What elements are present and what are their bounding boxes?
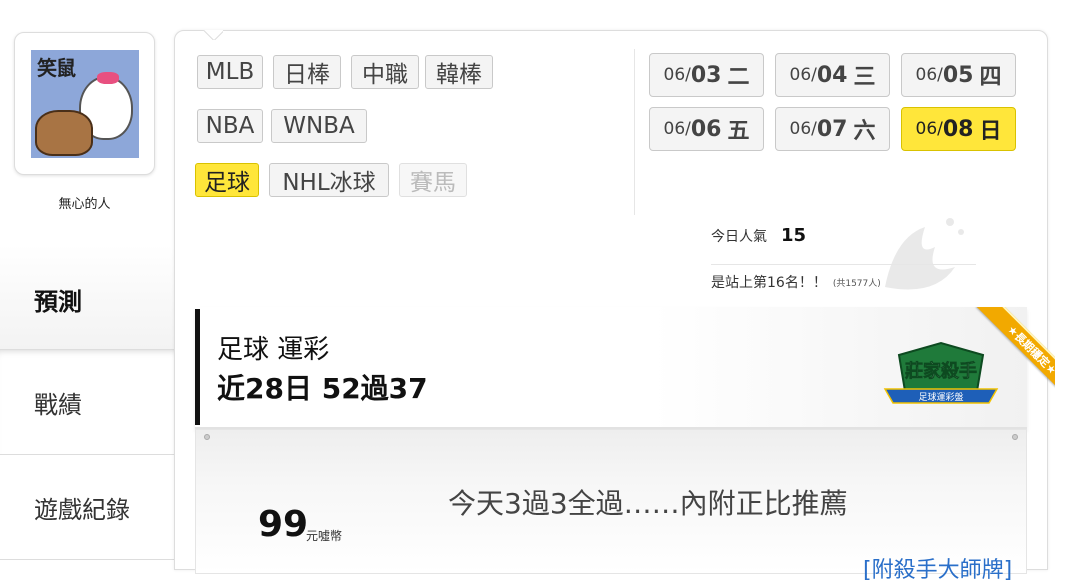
- date-weekday: 四: [979, 65, 1002, 90]
- date-month: 06/: [789, 119, 817, 139]
- side-item-predict[interactable]: 預測: [0, 244, 174, 350]
- date-day: 03: [690, 62, 722, 88]
- league-cpbl[interactable]: 中職: [351, 55, 419, 89]
- date-0605[interactable]: 06/05 四: [901, 53, 1016, 97]
- date-month: 06/: [663, 119, 691, 139]
- side-item-game-log[interactable]: 遊戲紀錄: [0, 455, 174, 560]
- rank-total: (共1577人): [832, 278, 881, 289]
- league-wnba[interactable]: WNBA: [271, 109, 367, 143]
- date-0606[interactable]: 06/06 五: [649, 107, 764, 151]
- bow-decoration: [97, 72, 119, 84]
- date-0608[interactable]: 06/08 日: [901, 107, 1016, 151]
- date-weekday: 二: [727, 65, 750, 90]
- popularity-divider: [711, 264, 976, 265]
- divider: [634, 49, 635, 215]
- avatar-card[interactable]: 笑鼠: [14, 32, 155, 175]
- date-0603[interactable]: 06/03 二: [649, 53, 764, 97]
- league-npb[interactable]: 日棒: [273, 55, 341, 89]
- date-day: 04: [816, 62, 848, 88]
- post-price-unit: 元噓幣: [306, 529, 343, 543]
- post-card[interactable]: 99 元噓幣 今天3過3全過……內附正比推薦 [附殺手大師牌]: [195, 429, 1027, 583]
- post-link[interactable]: [附殺手大師牌]: [863, 552, 1012, 584]
- popularity-row: 今日人氣 15: [711, 225, 806, 246]
- rivet-icon: [1012, 434, 1018, 440]
- date-day: 06: [690, 116, 722, 142]
- league-soccer[interactable]: 足球: [195, 163, 259, 197]
- league-mlb[interactable]: MLB: [197, 55, 263, 89]
- rank-text: 是站上第16名！！: [711, 275, 827, 291]
- date-0607[interactable]: 06/07 六: [775, 107, 890, 151]
- date-weekday: 三: [853, 65, 876, 90]
- bear-figure: [35, 110, 93, 156]
- league-nhl[interactable]: NHL冰球: [269, 163, 389, 197]
- ribbon-label: ★長期穩定★: [976, 307, 1055, 397]
- popularity-count: 15: [781, 225, 807, 246]
- record-accent-bar: [195, 309, 200, 425]
- date-weekday: 五: [727, 119, 750, 144]
- popularity-label: 今日人氣: [711, 228, 767, 245]
- panel-notch: [203, 30, 223, 40]
- date-day: 07: [816, 116, 848, 142]
- rivet-icon: [204, 434, 210, 440]
- league-nba[interactable]: NBA: [197, 109, 263, 143]
- rank-row: 是站上第16名！！ (共1577人): [711, 272, 881, 292]
- record-category: 足球 運彩: [217, 335, 330, 365]
- date-month: 06/: [663, 65, 691, 85]
- date-month: 06/: [915, 65, 943, 85]
- date-day: 05: [942, 62, 974, 88]
- record-panel: 足球 運彩 近28日 52過37 莊家殺手 足球運彩盤 ★長期穩定★: [195, 307, 1055, 429]
- avatar: 笑鼠: [31, 50, 139, 158]
- post-price: 99: [258, 504, 309, 545]
- side-item-record[interactable]: 戰績: [0, 350, 174, 455]
- date-day: 08: [942, 116, 974, 142]
- league-horse-racing: 賽馬: [399, 163, 467, 197]
- badge-subtitle: 足球運彩盤: [918, 391, 963, 403]
- ribbon-long-term: ★長期穩定★: [965, 307, 1055, 397]
- username[interactable]: 無心的人: [14, 193, 155, 212]
- post-title[interactable]: 今天3過3全過……內附正比推薦: [448, 482, 848, 522]
- decorative-watermark-icon: [885, 218, 964, 290]
- main-panel: MLB 日棒 中職 韓棒 NBA WNBA 足球 NHL冰球 賽馬 06/03 二…: [174, 30, 1055, 583]
- date-0604[interactable]: 06/04 三: [775, 53, 890, 97]
- side-menu: 預測 戰績 遊戲紀錄: [0, 244, 174, 560]
- league-kbo[interactable]: 韓棒: [425, 55, 493, 89]
- date-weekday: 日: [979, 119, 1002, 144]
- date-month: 06/: [789, 65, 817, 85]
- date-weekday: 六: [853, 119, 876, 144]
- record-stats: 近28日 52過37: [217, 372, 428, 405]
- date-month: 06/: [915, 119, 943, 139]
- avatar-caption: 笑鼠: [37, 56, 76, 80]
